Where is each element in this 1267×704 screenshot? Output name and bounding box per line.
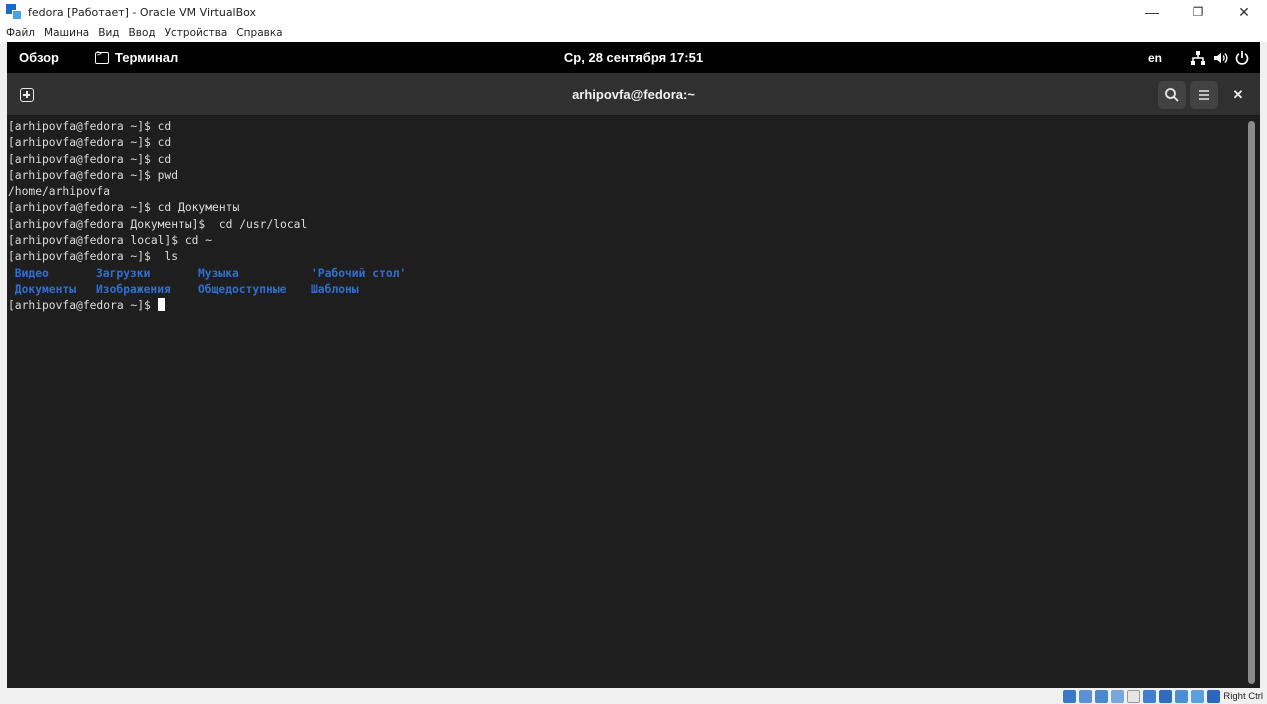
ls-entry-downloads: Загрузки (96, 266, 151, 280)
ls-entry-templates: Шаблоны (311, 282, 359, 296)
terminal-line: [arhipovfa@fedora ~]$ cd Документы (8, 201, 240, 215)
ls-entry-desktop: 'Рабочий стол' (311, 266, 407, 280)
menu-input[interactable]: Ввод (129, 27, 156, 39)
new-tab-button[interactable] (14, 82, 40, 108)
minimize-button[interactable]: — (1129, 0, 1175, 24)
terminal-scrollbar[interactable] (1244, 117, 1260, 688)
search-button[interactable] (1158, 81, 1186, 109)
optical-drive-icon[interactable] (1079, 689, 1093, 703)
terminal-line: [arhipovfa@fedora ~]$ cd (8, 120, 172, 133)
power-icon[interactable] (1234, 50, 1250, 66)
activities-button[interactable]: Обзор (19, 42, 59, 73)
host-status-bar: Right Ctrl (0, 688, 1267, 704)
scrollbar-thumb[interactable] (1248, 121, 1255, 684)
menu-file[interactable]: Файл (6, 27, 35, 39)
terminal-line: [arhipovfa@fedora Документы]$ cd /usr/lo… (8, 217, 308, 231)
terminal-line: /home/arhipovfa (8, 185, 111, 199)
terminal-line: [arhipovfa@fedora ~]$ pwd (8, 168, 179, 182)
app-menu-label: Терминал (115, 50, 179, 65)
menu-devices[interactable]: Устройства (165, 27, 228, 39)
ls-output-row: Видео Загрузки Музыка 'Рабочий стол' (8, 266, 1244, 282)
prompt-text: [arhipovfa@fedora ~]$ (8, 299, 158, 313)
close-terminal-button[interactable]: ✕ (1228, 85, 1248, 105)
keyboard-layout-indicator[interactable]: en (1148, 51, 1162, 65)
recording-icon[interactable] (1175, 689, 1189, 703)
terminal-line: [arhipovfa@fedora ~]$ ls (8, 250, 179, 264)
search-icon (1165, 88, 1179, 102)
volume-icon[interactable] (1212, 50, 1228, 66)
virtualbox-logo-icon (6, 4, 22, 20)
display-icon[interactable] (1159, 689, 1173, 703)
ls-entry-video: Видео (8, 266, 49, 280)
host-window-title: fedora [Работает] - Oracle VM VirtualBox (28, 5, 257, 19)
terminal-icon (95, 49, 109, 64)
menu-button[interactable] (1190, 81, 1218, 109)
terminal-line: [arhipovfa@fedora ~]$ cd (8, 136, 172, 150)
vm-screen: Обзор Терминал Ср, 28 сентября 17:51 en … (7, 42, 1260, 688)
network-icon[interactable] (1190, 50, 1206, 66)
close-icon: ✕ (1232, 87, 1244, 102)
ls-output-row: Документы Изображения Общедоступные Шаблоны (8, 282, 1244, 298)
ls-entry-pictures: Изображения (96, 282, 171, 296)
gnome-top-bar: Обзор Терминал Ср, 28 сентября 17:51 en (7, 42, 1260, 73)
system-tray[interactable]: en (1148, 42, 1250, 73)
storage-icon[interactable] (1063, 689, 1077, 703)
host-menu-bar: Файл Машина Вид Ввод Устройства Справка (0, 24, 1267, 42)
audio-icon[interactable] (1095, 689, 1109, 703)
host-key-label: Right Ctrl (1223, 690, 1263, 702)
terminal-prompt-line: [arhipovfa@fedora ~]$ (8, 298, 1244, 314)
terminal-line: [arhipovfa@fedora local]$ cd ~ (8, 234, 213, 248)
terminal-line: [arhipovfa@fedora ~]$ cd (8, 152, 172, 166)
network-adapter-icon[interactable] (1111, 689, 1125, 703)
mouse-integration-icon[interactable] (1207, 689, 1221, 703)
ls-entry-music: Музыка (198, 266, 239, 280)
ls-entry-documents: Документы (8, 282, 77, 296)
clock[interactable]: Ср, 28 сентября 17:51 (7, 42, 1260, 73)
menu-view[interactable]: Вид (98, 27, 119, 39)
menu-help[interactable]: Справка (236, 27, 282, 39)
cpu-icon[interactable] (1191, 689, 1205, 703)
menu-machine[interactable]: Машина (44, 27, 89, 39)
terminal-title: arhipovfa@fedora:~ (572, 87, 695, 102)
usb-icon[interactable] (1127, 689, 1141, 703)
ls-entry-public: Общедоступные (198, 282, 287, 296)
shared-folders-icon[interactable] (1143, 689, 1157, 703)
text-cursor (157, 298, 165, 312)
hamburger-menu-icon (1199, 90, 1209, 100)
terminal-output[interactable]: [arhipovfa@fedora ~]$ cd [arhipovfa@fedor… (7, 117, 1244, 688)
restore-button[interactable]: ❐ (1175, 0, 1221, 24)
close-window-button[interactable]: ✕ (1221, 0, 1267, 24)
new-tab-icon (20, 88, 34, 102)
app-menu-button[interactable]: Терминал (95, 42, 178, 73)
terminal-header-bar: arhipovfa@fedora:~ ✕ (7, 73, 1260, 116)
host-title-bar: fedora [Работает] - Oracle VM VirtualBox… (0, 0, 1267, 24)
